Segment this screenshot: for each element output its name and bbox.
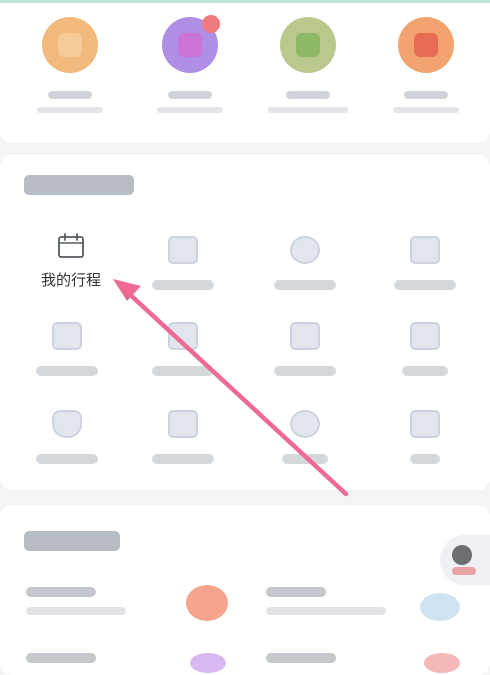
pointer-arrow	[113, 279, 349, 497]
